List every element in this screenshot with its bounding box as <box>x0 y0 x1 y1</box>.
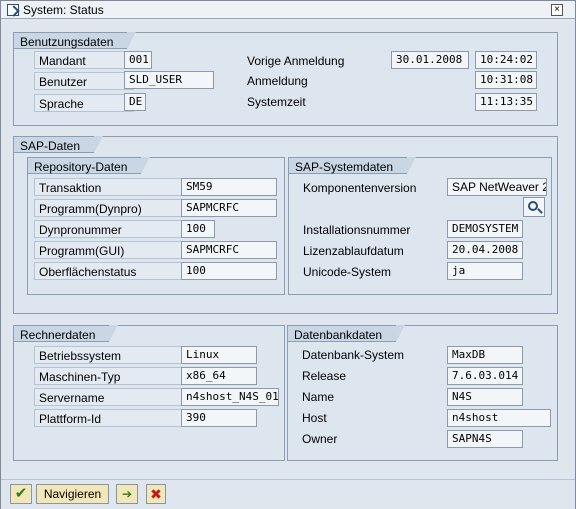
machine-type-label: Maschinen-Typ <box>34 367 184 385</box>
usage-data-group: Benutzungsdaten Mandant 001 Benutzer SLD… <box>13 32 558 126</box>
dynpro-number-field[interactable]: 100 <box>181 220 215 238</box>
close-icon[interactable]: × <box>551 4 563 16</box>
database-data-group: Datenbankdaten Datenbank-System MaxDB Re… <box>287 325 558 461</box>
window-icon <box>7 4 19 16</box>
host-data-group: Rechnerdaten Betriebssystem Linux Maschi… <box>13 325 285 461</box>
db-host-field[interactable]: n4shost <box>447 409 551 427</box>
db-host-label: Host <box>302 411 327 425</box>
sap-system-data-group: SAP-Systemdaten Komponentenversion SAP N… <box>288 157 552 295</box>
client-label: Mandant <box>34 51 134 69</box>
status-dialog: System: Status × Benutzungsdaten Mandant… <box>0 0 576 509</box>
system-time-field[interactable]: 11:13:35 <box>475 93 537 111</box>
server-field[interactable]: n4shost_N4S_01 <box>181 388 279 406</box>
confirm-button[interactable]: ✔ <box>10 484 32 504</box>
bottom-toolbar: ✔ Navigieren ➔ ✖ <box>1 479 575 509</box>
machine-type-field[interactable]: x86_64 <box>181 367 257 385</box>
transaction-field[interactable]: SM59 <box>181 178 277 196</box>
cancel-button[interactable]: ✖ <box>146 484 166 504</box>
details-button[interactable] <box>523 197 545 217</box>
gui-status-label: Oberflächenstatus <box>34 262 184 280</box>
db-system-label: Datenbank-System <box>302 348 405 362</box>
host-data-title: Rechnerdaten <box>13 325 119 342</box>
release-field[interactable]: 7.6.03.014 <box>447 367 523 385</box>
os-field[interactable]: Linux <box>181 346 257 364</box>
db-name-field[interactable]: N4S <box>447 388 523 406</box>
license-expiry-field[interactable]: 20.04.2008 <box>447 241 523 259</box>
db-name-label: Name <box>302 390 335 404</box>
arrow-right-icon: ➔ <box>121 487 133 501</box>
installation-number-label: Installationsnummer <box>303 223 411 237</box>
os-label: Betriebssystem <box>34 346 184 364</box>
checkmark-icon: ✔ <box>14 485 28 502</box>
unicode-field[interactable]: ja <box>447 262 523 280</box>
prev-login-label: Vorige Anmeldung <box>247 54 345 68</box>
server-label: Servername <box>34 388 184 406</box>
transaction-label: Transaktion <box>34 178 184 196</box>
system-time-label: Systemzeit <box>247 95 306 109</box>
sap-data-title: SAP-Daten <box>13 136 104 153</box>
owner-field[interactable]: SAPN4S <box>447 430 523 448</box>
license-expiry-label: Lizenzablaufdatum <box>303 244 404 258</box>
repository-data-title: Repository-Daten <box>27 157 151 174</box>
platform-label: Plattform-Id <box>34 409 184 427</box>
title-bar: System: Status × <box>1 1 575 19</box>
navigate-button[interactable]: Navigieren <box>36 484 109 504</box>
client-field[interactable]: 001 <box>124 51 152 69</box>
language-field[interactable]: DE <box>124 93 146 111</box>
magnifier-handle <box>537 208 543 214</box>
usage-data-title: Benutzungsdaten <box>13 32 137 49</box>
owner-label: Owner <box>302 432 338 446</box>
window-title: System: Status <box>23 3 104 17</box>
database-data-title: Datenbankdaten <box>287 325 406 342</box>
login-label: Anmeldung <box>247 74 308 88</box>
user-label: Benutzer <box>34 72 134 90</box>
component-version-label: Komponentenversion <box>303 181 417 195</box>
language-label: Sprache <box>34 94 134 112</box>
login-time-field[interactable]: 10:31:08 <box>475 71 537 89</box>
sap-data-group: SAP-Daten Repository-Daten Transaktion S… <box>13 136 558 314</box>
platform-field[interactable]: 390 <box>181 409 257 427</box>
dynpro-number-label: Dynpronummer <box>34 220 184 238</box>
prev-login-date-field[interactable]: 30.01.2008 <box>391 51 469 69</box>
program-dynpro-field[interactable]: SAPMCRFC <box>181 199 277 217</box>
gui-status-field[interactable]: 100 <box>181 262 277 280</box>
prev-login-time-field[interactable]: 10:24:02 <box>475 51 537 69</box>
installation-number-field[interactable]: DEMOSYSTEM <box>447 220 523 238</box>
db-system-field[interactable]: MaxDB <box>447 346 523 364</box>
cancel-icon: ✖ <box>150 486 162 502</box>
navigate-to-icon-button[interactable]: ➔ <box>116 484 138 504</box>
program-gui-field[interactable]: SAPMCRFC <box>181 241 277 259</box>
sap-system-data-title: SAP-Systemdaten <box>288 157 417 174</box>
component-version-field[interactable]: SAP NetWeaver 2 <box>447 178 547 196</box>
unicode-label: Unicode-System <box>303 265 392 279</box>
program-gui-label: Programm(GUI) <box>34 241 184 259</box>
program-dynpro-label: Programm(Dynpro) <box>34 199 184 217</box>
repository-data-group: Repository-Daten Transaktion SM59 Progra… <box>27 157 285 295</box>
release-label: Release <box>302 369 347 383</box>
user-field[interactable]: SLD_USER <box>124 71 214 89</box>
